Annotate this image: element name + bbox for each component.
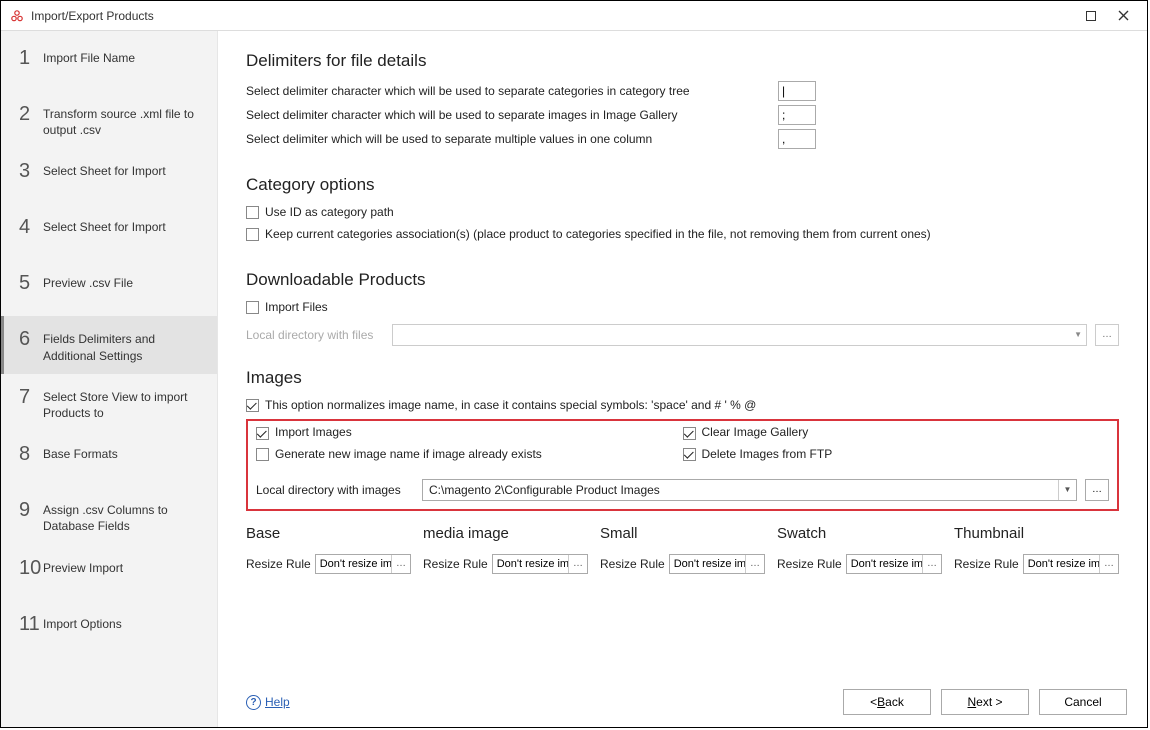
step-1[interactable]: 1Import File Name <box>1 35 217 91</box>
cancel-button[interactable]: Cancel <box>1039 689 1127 715</box>
delim-multi-input[interactable] <box>778 129 816 149</box>
use-id-checkbox-row: Use ID as category path <box>246 205 1119 221</box>
ellipsis-icon: … <box>1099 555 1118 573</box>
step-6[interactable]: 6Fields Delimiters and Additional Settin… <box>1 316 217 373</box>
step-8[interactable]: 8Base Formats <box>1 431 217 487</box>
resize-rule-swatch[interactable]: Don't resize imag… <box>846 554 942 574</box>
back-button[interactable]: < Back <box>843 689 931 715</box>
clear-gallery-row: Clear Image Gallery <box>683 425 1110 441</box>
clear-gallery-checkbox[interactable] <box>683 427 696 440</box>
content-pane: Delimiters for file details Select delim… <box>218 31 1147 727</box>
import-files-checkbox-row: Import Files <box>246 300 1119 316</box>
help-icon: ? <box>246 695 261 710</box>
close-button[interactable] <box>1107 4 1139 28</box>
resize-rule-media[interactable]: Don't resize imag… <box>492 554 588 574</box>
help-link[interactable]: ?Help <box>246 695 290 710</box>
maximize-button[interactable] <box>1075 4 1107 28</box>
local-dir-files-browse[interactable]: … <box>1095 324 1119 346</box>
ellipsis-icon: … <box>745 555 764 573</box>
app-icon <box>9 8 25 24</box>
keep-categories-checkbox-row: Keep current categories association(s) (… <box>246 227 1119 243</box>
chevron-down-icon: ▼ <box>1058 480 1076 500</box>
ellipsis-icon: … <box>391 555 410 573</box>
delim-category-row: Select delimiter character which will be… <box>246 81 1119 101</box>
resize-col-swatch: Swatch Resize RuleDon't resize imag… <box>777 525 942 574</box>
step-5[interactable]: 5Preview .csv File <box>1 260 217 316</box>
step-11[interactable]: 11Import Options <box>1 601 217 657</box>
step-9[interactable]: 9Assign .csv Columns to Database Fields <box>1 487 217 544</box>
category-options-heading: Category options <box>246 175 1119 195</box>
resize-col-small: Small Resize RuleDon't resize imag… <box>600 525 765 574</box>
import-files-checkbox[interactable] <box>246 301 259 314</box>
import-images-checkbox[interactable] <box>256 427 269 440</box>
images-highlight-box: Import Images Generate new image name if… <box>246 419 1119 510</box>
next-button[interactable]: Next > <box>941 689 1029 715</box>
local-dir-images-row: Local directory with images C:\magento 2… <box>256 479 1109 501</box>
delim-images-input[interactable] <box>778 105 816 125</box>
footer: ?Help < Back Next > Cancel <box>246 689 1127 715</box>
images-heading: Images <box>246 368 1119 388</box>
step-4[interactable]: 4Select Sheet for Import <box>1 204 217 260</box>
chevron-down-icon: ▼ <box>1074 330 1082 339</box>
delim-images-row: Select delimiter character which will be… <box>246 105 1119 125</box>
step-2[interactable]: 2Transform source .xml file to output .c… <box>1 91 217 148</box>
step-10[interactable]: 10Preview Import <box>1 545 217 601</box>
local-dir-files-combo[interactable]: ▼ <box>392 324 1087 346</box>
wizard-steps-sidebar: 1Import File Name 2Transform source .xml… <box>1 31 218 727</box>
keep-categories-checkbox[interactable] <box>246 228 259 241</box>
ellipsis-icon: … <box>568 555 587 573</box>
local-dir-images-combo[interactable]: C:\magento 2\Configurable Product Images… <box>422 479 1077 501</box>
delim-multi-row: Select delimiter which will be used to s… <box>246 129 1119 149</box>
step-3[interactable]: 3Select Sheet for Import <box>1 148 217 204</box>
use-id-checkbox[interactable] <box>246 206 259 219</box>
resize-col-thumbnail: Thumbnail Resize RuleDon't resize imag… <box>954 525 1119 574</box>
normalize-image-checkbox[interactable] <box>246 399 259 412</box>
resize-grid: Base Resize RuleDon't resize imag… media… <box>246 525 1119 574</box>
titlebar: Import/Export Products <box>1 1 1147 31</box>
delimiters-heading: Delimiters for file details <box>246 51 1119 71</box>
resize-rule-thumbnail[interactable]: Don't resize imag… <box>1023 554 1119 574</box>
resize-rule-base[interactable]: Don't resize imag… <box>315 554 411 574</box>
window-title: Import/Export Products <box>31 9 1075 23</box>
local-dir-files-row: Local directory with files ▼ … <box>246 324 1119 346</box>
downloadable-heading: Downloadable Products <box>246 270 1119 290</box>
gen-image-name-checkbox[interactable] <box>256 448 269 461</box>
import-images-row: Import Images <box>256 425 683 441</box>
delete-ftp-row: Delete Images from FTP <box>683 447 1110 463</box>
resize-col-base: Base Resize RuleDon't resize imag… <box>246 525 411 574</box>
step-7[interactable]: 7Select Store View to import Products to <box>1 374 217 431</box>
resize-rule-small[interactable]: Don't resize imag… <box>669 554 765 574</box>
delim-category-input[interactable] <box>778 81 816 101</box>
gen-image-name-row: Generate new image name if image already… <box>256 447 683 463</box>
local-dir-images-browse[interactable]: … <box>1085 479 1109 501</box>
delete-ftp-checkbox[interactable] <box>683 448 696 461</box>
resize-col-media: media image Resize RuleDon't resize imag… <box>423 525 588 574</box>
ellipsis-icon: … <box>922 555 941 573</box>
normalize-image-row: This option normalizes image name, in ca… <box>246 398 1119 414</box>
